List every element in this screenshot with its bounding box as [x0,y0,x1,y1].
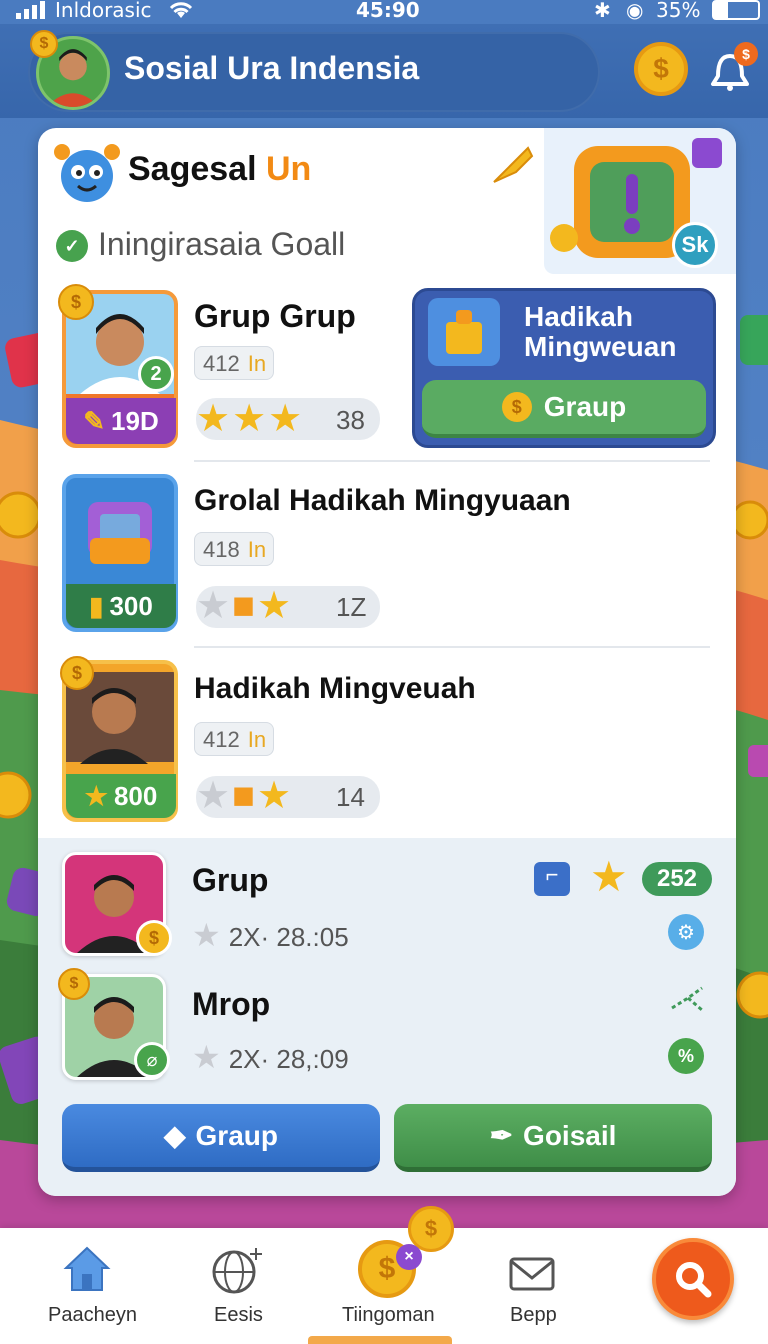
link-icon[interactable]: ⌐ [534,862,570,896]
card-subtitle: Iningirasaia Goall [98,226,346,262]
divider [194,646,710,648]
coin-icon: $ [501,392,532,422]
star-icon: ★ [192,917,221,953]
close-icon[interactable]: × [396,1244,422,1270]
bluetooth-icon: ✱ [594,0,611,22]
search-icon [676,1262,712,1298]
coin-icon: $ [136,920,172,956]
coin-icon: $ [60,656,94,690]
score-badge: 252 [642,862,712,896]
group-count: 14 [336,782,365,812]
star-icon: ★■★ [196,775,294,817]
gift-icon [428,298,500,366]
group-count: 1Z [336,592,367,622]
leaf-icon: ⌀ [134,1042,170,1078]
nav-item-explore[interactable]: Eesis [214,1304,263,1327]
star-icon: ★★★ [196,398,305,440]
star-icon: ★■★ [196,585,294,627]
search-button[interactable] [652,1238,734,1320]
coin-button[interactable]: $ [634,42,688,96]
group-value-badge: ✎ 19D [66,398,176,444]
side-badge: Sk [672,222,718,268]
home-icon[interactable] [62,1244,112,1294]
level-badge: 2 [138,356,174,392]
group-chip: 418 In [194,532,274,566]
coin-icon: $ [30,30,58,58]
flag-icon: ▮ [89,590,104,621]
nav-item-rewards[interactable]: Tiingoman [342,1304,435,1327]
group-title: Grolal Hadikah Mingyuaan [194,484,571,517]
feature-title-line2: Mingweuan [524,331,677,362]
pencil-icon: ✎ [83,405,106,436]
star-icon: ★ [590,853,628,900]
share-icon[interactable] [668,982,708,1018]
coin-icon: $ [58,284,94,320]
member-name: Grup [192,862,269,898]
star-icon: ★ [84,780,108,811]
carrier-label: Inldorasic [55,0,152,22]
coin-icon: $ [58,968,90,1000]
signal-icon [16,1,45,19]
group-count: 38 [336,405,365,435]
horn-icon [493,146,534,183]
feature-title-line1: Hadikah [524,301,633,332]
group-title: Grup Grup [194,298,356,334]
member-meta: ★ 2X· 28.:05 [192,917,349,953]
battery-percent: 35% [656,0,701,22]
divider [194,460,710,462]
active-tab-indicator [308,1336,452,1344]
notification-badge: $ [734,42,758,66]
secondary-action-button[interactable]: ✒ Goisail [394,1104,712,1172]
group-value-badge: ★ 800 [66,774,176,818]
percent-icon[interactable]: % [668,1038,704,1074]
member-meta: ★ 2X· 28,:09 [192,1039,349,1075]
nav-item-messages[interactable]: Bepp [510,1304,557,1327]
group-chip: 412 In [194,722,274,756]
card-title: Sagesal [128,150,257,188]
page-title: Sosial Ura Indensia [124,50,420,86]
primary-action-button[interactable]: ◆ Graup [62,1104,380,1172]
globe-icon[interactable] [210,1246,264,1294]
check-icon: ✓ [56,230,88,262]
star-icon: ★ [192,1039,221,1075]
alarm-icon: ◉ [626,0,644,22]
nav-item-home[interactable]: Paacheyn [48,1304,137,1327]
mail-icon[interactable] [508,1254,556,1294]
member-name: Mrop [192,986,271,1022]
battery-icon [712,0,760,20]
wifi-icon [169,2,193,18]
feather-icon: ✒ [489,1120,514,1151]
tag-icon: ◆ [163,1120,186,1151]
settings-icon[interactable]: ⚙ [668,914,704,950]
group-title: Hadikah Mingveuah [194,672,476,705]
group-value-badge: ▮ 300 [66,584,176,628]
clock: 45:90 [356,0,420,22]
feature-button[interactable]: $ Graup [422,380,706,438]
card-title-highlight: Un [265,150,312,188]
status-bar: Inldorasic 45:90 ✱ ◉ 35% [0,0,768,24]
mascot-icon [54,144,120,202]
group-chip: 412 In [194,346,274,380]
